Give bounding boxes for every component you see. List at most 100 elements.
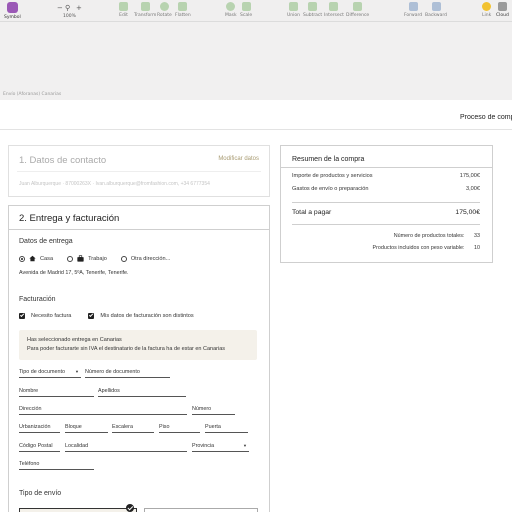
mask-icon <box>226 2 236 11</box>
shipping-type-heading: Tipo de envío <box>19 490 62 497</box>
stair-label: Escalera <box>112 424 133 430</box>
locality-label: Localidad <box>65 443 89 449</box>
address-field[interactable]: Dirección <box>19 406 187 415</box>
products-value: 175,00€ <box>459 173 480 179</box>
symbol-button[interactable]: Symbol <box>4 2 21 20</box>
locality-field[interactable]: Localidad <box>65 443 187 452</box>
contact-section: 1. Datos de contacto Modificar datos Jua… <box>8 145 270 197</box>
forward-icon <box>408 2 418 11</box>
zoom-out-button[interactable]: − <box>57 4 63 12</box>
union-icon <box>289 2 298 11</box>
caret-down-icon: ▼ <box>75 369 79 374</box>
union-button[interactable]: Union <box>287 2 300 18</box>
block-label: Bloque <box>65 424 82 430</box>
shipping-option-selected[interactable] <box>19 508 137 512</box>
canarias-notice: Has seleccionado entrega en Canarias Par… <box>19 330 257 360</box>
need-invoice-checkbox[interactable] <box>19 313 25 319</box>
products-label: Importe de productos y servicios <box>292 173 373 179</box>
radio-other-address-label: Otra dirección... <box>130 255 171 262</box>
flatten-label: Flatten <box>175 13 191 18</box>
door-field[interactable]: Puerta <box>205 424 248 433</box>
number-label: Número <box>192 406 212 412</box>
mask-label: Mask <box>225 13 237 18</box>
purchase-summary: Resumen de la compra Importe de producto… <box>280 145 493 263</box>
edit-button[interactable]: Edit <box>119 2 128 18</box>
difference-icon <box>353 2 363 11</box>
phone-label: Teléfono <box>19 461 40 467</box>
notice-line-2: Para poder facturarte sin IVA el destina… <box>27 346 226 352</box>
name-field[interactable]: Nombre <box>19 388 94 397</box>
scale-label: Scale <box>240 13 253 18</box>
check-circle-icon <box>126 504 134 512</box>
backward-icon <box>431 2 441 11</box>
canvas-area[interactable] <box>0 22 512 100</box>
summary-total-row: Total a pagar 175,00€ <box>292 209 480 216</box>
door-label: Puerta <box>205 424 221 430</box>
billing-heading: Facturación <box>19 296 56 303</box>
link-button[interactable]: Link <box>482 2 491 18</box>
difference-button[interactable]: Difference <box>346 2 369 18</box>
doc-type-select[interactable]: Tipo de documento ▼ <box>19 369 81 378</box>
zoom-in-button[interactable]: + <box>76 4 82 12</box>
stair-field[interactable]: Escalera <box>112 424 154 433</box>
edit-contact-link[interactable]: Modificar datos <box>218 156 259 162</box>
summary-shipping-row: Gastos de envío o preparación 3,00€ <box>292 186 480 192</box>
divider <box>292 224 480 225</box>
edit-label: Edit <box>119 13 128 18</box>
summary-products-row: Importe de productos y servicios 175,00€ <box>292 173 480 179</box>
link-icon <box>482 2 492 11</box>
postal-code-field[interactable]: Código Postal <box>19 443 60 452</box>
radio-other-address[interactable] <box>120 255 127 262</box>
subtract-icon <box>308 2 318 11</box>
different-billing-checkbox[interactable] <box>88 313 95 319</box>
radio-work-label: Trabajo <box>88 255 107 262</box>
shipping-option[interactable] <box>144 508 258 512</box>
link-label: Link <box>482 13 492 18</box>
radio-home-label: Casa <box>40 255 54 262</box>
forward-button[interactable]: Forward <box>404 2 422 18</box>
cloud-label: Cloud <box>496 13 509 18</box>
doc-number-field[interactable]: Número de documento <box>85 369 170 378</box>
zoom-magnifier-icon: ⚲ <box>65 4 71 12</box>
radio-home[interactable] <box>19 255 25 262</box>
scale-icon <box>241 2 251 11</box>
radio-work[interactable] <box>67 255 74 262</box>
flatten-button[interactable]: Flatten <box>175 2 191 18</box>
transform-icon <box>140 2 150 11</box>
mask-button[interactable]: Mask <box>225 2 237 18</box>
transform-button[interactable]: Transform <box>134 2 156 18</box>
urbanization-label: Urbanización <box>19 424 51 430</box>
backward-button[interactable]: Backward <box>425 2 447 18</box>
cloud-button[interactable]: Cloud <box>496 2 509 18</box>
urbanization-field[interactable]: Urbanización <box>19 424 60 433</box>
number-field[interactable]: Número <box>192 406 235 415</box>
cloud-icon <box>497 2 507 11</box>
flatten-icon <box>178 2 188 11</box>
notice-line-1: Has seleccionado entrega en Canarias <box>27 337 122 343</box>
contact-title: 1. Datos de contacto <box>19 155 107 166</box>
variable-weight-value: 10 <box>474 245 480 251</box>
phone-field[interactable]: Teléfono <box>19 461 94 470</box>
total-value: 175,00€ <box>455 209 480 216</box>
frame-label[interactable]: Envío (Aforanas) Canarias <box>3 92 61 97</box>
total-products-value: 33 <box>474 233 480 239</box>
block-field[interactable]: Bloque <box>65 424 108 433</box>
rotate-button[interactable]: Rotate <box>157 2 172 18</box>
subtract-button[interactable]: Subtract <box>303 2 322 18</box>
province-select[interactable]: Provincia ▼ <box>192 443 249 452</box>
surname-field[interactable]: Apellidos <box>98 388 186 397</box>
surname-label: Apellidos <box>98 388 120 394</box>
name-label: Nombre <box>19 388 39 394</box>
rotate-label: Rotate <box>157 13 172 18</box>
floor-field[interactable]: Piso <box>159 424 200 433</box>
subtract-label: Subtract <box>303 13 323 18</box>
intersect-button[interactable]: Intersect <box>324 2 344 18</box>
total-label: Total a pagar <box>292 209 332 216</box>
divider <box>9 229 269 230</box>
divider <box>292 202 480 203</box>
scale-button[interactable]: Scale <box>240 2 252 18</box>
app-toolbar: Symbol − ⚲ + 100% Edit Transform Rotate … <box>0 0 512 22</box>
floor-label: Piso <box>159 424 170 430</box>
province-label: Provincia <box>192 443 215 449</box>
delivery-title: 2. Entrega y facturación <box>19 213 120 224</box>
